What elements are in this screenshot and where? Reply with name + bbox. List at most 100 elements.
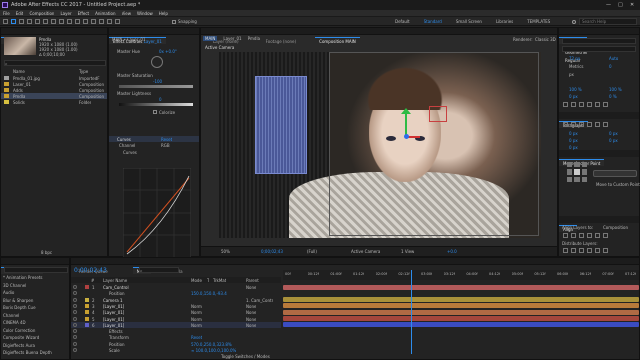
align-left-edges-icon[interactable] (563, 233, 568, 238)
font-style-select[interactable]: Regular (562, 46, 636, 63)
timeline-property-row[interactable]: Effects (71, 328, 281, 334)
type-tool-icon[interactable] (75, 19, 80, 24)
col-name-header[interactable]: Name (13, 69, 25, 74)
justify-center-icon[interactable] (595, 122, 600, 127)
effects-category[interactable]: Channel (3, 313, 69, 321)
selection-tool-icon[interactable] (11, 19, 16, 24)
distribute-right-icon[interactable] (603, 248, 608, 253)
align-target-select[interactable]: Composition (603, 225, 628, 230)
eye-toggle-icon[interactable] (73, 316, 77, 321)
all-caps-icon[interactable] (579, 102, 584, 107)
distribute-top-icon[interactable] (563, 248, 568, 253)
eye-toggle-icon[interactable] (73, 310, 77, 315)
eye-toggle-icon[interactable] (73, 329, 77, 334)
maximize-button[interactable]: □ (618, 2, 623, 8)
view-camera-select[interactable]: Active Camera (351, 249, 380, 254)
layer-parent[interactable]: None (246, 323, 256, 328)
toggle-switches-modes[interactable]: Toggle Switches / Modes (221, 354, 270, 359)
font-size-value[interactable]: 72 px (569, 56, 580, 61)
effects-category[interactable]: Digieffects Aura (3, 343, 69, 351)
layer-mode[interactable]: Norm (191, 323, 202, 328)
property-value[interactable]: Reset (191, 335, 202, 340)
eye-toggle-icon[interactable] (73, 335, 77, 340)
bold-icon[interactable] (563, 102, 568, 107)
label-color-swatch[interactable] (85, 310, 89, 315)
property-name[interactable]: Position (109, 342, 125, 347)
leading-value[interactable]: Auto (609, 56, 618, 61)
anchor-cell[interactable] (574, 176, 580, 182)
timeline-property-row[interactable]: Position 570.0,250.0,323.8% (71, 341, 281, 347)
font-select[interactable]: Geometriel (562, 38, 636, 55)
curves-reset[interactable]: Reset (161, 137, 172, 142)
property-value[interactable]: ∞ 100.0,100.0,100.0% (191, 348, 236, 353)
timeline-layer-row[interactable]: 4 [Layer_01] Norm None (71, 309, 281, 315)
timeline-layer-row[interactable]: 3 [Layer_01] Norm None (71, 303, 281, 309)
col-type-header[interactable]: Type (79, 69, 88, 74)
vertical-scale-value[interactable]: 100 % (569, 87, 582, 92)
workspace-libraries[interactable]: Libraries (496, 19, 513, 24)
clone-tool-icon[interactable] (91, 19, 96, 24)
breadcrumb-main[interactable]: MAIN (203, 36, 218, 41)
workspace-default[interactable]: Default (395, 19, 410, 24)
timeline-search-input[interactable] (139, 267, 179, 273)
camera-tool-icon[interactable] (43, 19, 48, 24)
baseline-value[interactable]: 0 px (569, 94, 578, 99)
space-after-value[interactable]: 0 px (609, 138, 618, 143)
project-search-input[interactable] (4, 60, 106, 66)
anchor-grid[interactable] (567, 162, 587, 182)
layer-mode[interactable]: Norm (191, 304, 202, 309)
snapping-checkbox[interactable] (172, 20, 176, 24)
eye-toggle-icon[interactable] (73, 297, 77, 302)
workspace-small-screen[interactable]: Small Screen (456, 19, 482, 24)
rectangle-tool-icon[interactable] (59, 19, 64, 24)
anchor-cell[interactable] (581, 162, 587, 168)
brush-tool-icon[interactable] (83, 19, 88, 24)
pen-tool-icon[interactable] (67, 19, 72, 24)
effects-category[interactable]: Boris Depth Cue (3, 305, 69, 313)
eraser-tool-icon[interactable] (99, 19, 104, 24)
curves-graph[interactable] (123, 168, 191, 258)
subscript-icon[interactable] (603, 102, 608, 107)
anchor-cell[interactable] (567, 176, 573, 182)
workspace-standard[interactable]: Standard (424, 19, 442, 24)
layer-duration-bar[interactable] (283, 316, 639, 321)
menu-item-effect[interactable]: Effect (78, 11, 90, 16)
layer-parent[interactable]: None (246, 304, 256, 309)
timeline-property-row[interactable]: Scale ∞ 100.0,100.0,100.0% (71, 347, 281, 353)
zoom-tool-icon[interactable] (27, 19, 32, 24)
anchor-cell[interactable] (574, 169, 580, 175)
minimize-button[interactable]: — (606, 2, 611, 8)
layer-name[interactable]: [Layer_01] (103, 310, 124, 315)
colorize-checkbox[interactable] (153, 110, 157, 114)
timecode-display[interactable]: 0:00:02:43 (74, 267, 107, 274)
timeline-layer-row[interactable]: 6 [Layer_01] Norm None (71, 321, 281, 328)
project-footer-bpc[interactable]: 8 bpc (41, 250, 52, 255)
effects-category[interactable]: Blur & Sharpen (3, 298, 69, 306)
horizontal-scale-value[interactable]: 100 % (609, 87, 622, 92)
time-ruler[interactable]: 00f 00:12f 01:00f 01:12f 02:00f 02:12f 03:00f 0… (283, 270, 639, 280)
layer-parent[interactable]: None (246, 310, 256, 315)
breadcrumb-layer[interactable]: Layer_01 (223, 36, 241, 41)
property-name[interactable]: Scale (109, 348, 120, 353)
tab-footage[interactable]: Footage (none) (262, 38, 300, 45)
search-help-input[interactable] (579, 18, 637, 25)
menu-item-view[interactable]: View (122, 11, 132, 16)
tracking-value[interactable]: 0 (609, 64, 612, 69)
justify-all-icon[interactable] (603, 122, 608, 127)
eye-toggle-icon[interactable] (73, 303, 77, 308)
layer-duration-bar[interactable] (283, 297, 639, 303)
eye-toggle-icon[interactable] (73, 291, 77, 296)
resolution-select[interactable]: (Full) (307, 249, 317, 254)
layer-mode[interactable]: Norm (191, 310, 202, 315)
align-h-center-icon[interactable] (571, 233, 576, 238)
exposure-value[interactable]: +0.0 (447, 249, 457, 254)
current-time[interactable]: 0;00;02;43 (261, 249, 283, 254)
layer-parent[interactable]: 1. Cam_Contr (246, 298, 273, 303)
track-area[interactable] (283, 284, 639, 354)
space-before-value[interactable]: 0 px (569, 138, 578, 143)
hue-value[interactable]: 0x +0.0° (159, 49, 177, 54)
layer-name[interactable]: [Layer_01] (103, 317, 124, 322)
effects-category[interactable]: Composite Wizard (3, 335, 69, 343)
saturation-value[interactable]: -100 (153, 79, 162, 84)
layer-parent[interactable]: None (246, 285, 256, 290)
